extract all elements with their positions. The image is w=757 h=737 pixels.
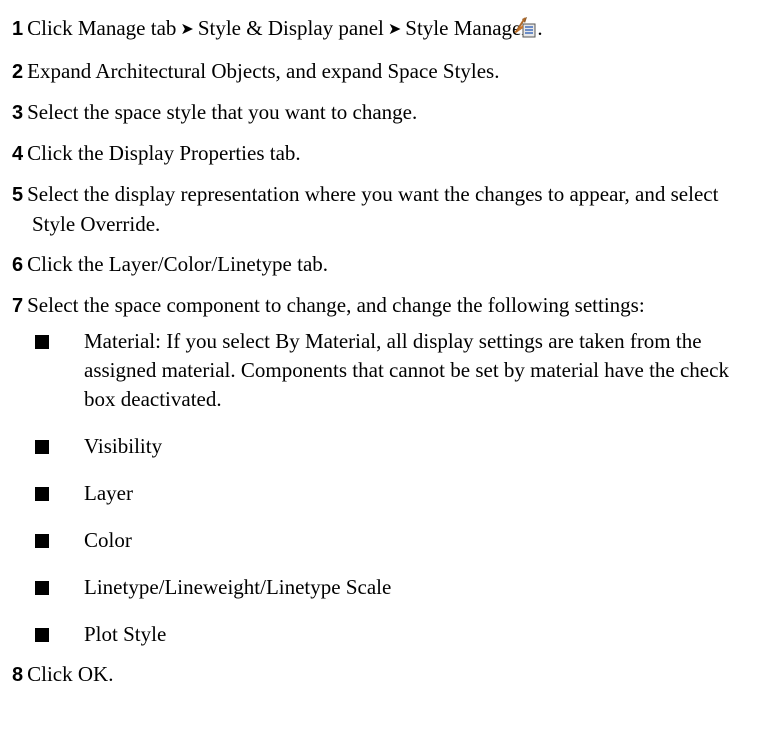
step-text: Style & Display panel [197, 16, 384, 40]
step-text: . [537, 16, 543, 40]
step-4: 4 Click the Display Properties tab. [12, 139, 752, 169]
list-item: Color [32, 526, 752, 555]
list-item-text: Color [84, 528, 132, 552]
step-8: 8 Click OK. [12, 660, 752, 690]
step-5: 5 Select the display representation where… [12, 180, 752, 239]
list-item-text: Material: If you select By Material, all… [84, 329, 729, 411]
step-text: Click the Display Properties tab. [27, 141, 301, 165]
step-number: 2 [12, 61, 24, 83]
list-item-text: Visibility [84, 434, 163, 458]
step-number: 6 [12, 254, 24, 276]
arrow-separator: ➤ [180, 19, 194, 38]
step-text: Select the space component to change, an… [27, 293, 645, 317]
step-text: Select the display representation where … [27, 182, 719, 236]
list-item-text: Linetype/Lineweight/Linetype Scale [84, 575, 392, 599]
list-item: Material: If you select By Material, all… [32, 327, 752, 414]
step-text: Click Manage tab [27, 16, 177, 40]
step-6: 6 Click the Layer/Color/Linetype tab. [12, 250, 752, 280]
bullet-square-icon [35, 440, 49, 454]
step-number: 3 [12, 102, 24, 124]
list-item-text: Layer [84, 481, 133, 505]
step-1: 1 Click Manage tab ➤ Style & Display panel ➤… [12, 14, 752, 46]
step-text: Style Manager [405, 16, 529, 40]
procedure-steps: 1 Click Manage tab ➤ Style & Display panel ➤… [12, 14, 752, 701]
arrow-separator: ➤ [387, 19, 402, 38]
bullet-square-icon [35, 581, 49, 595]
step-number: 7 [12, 295, 24, 317]
step-number: 1 [12, 18, 24, 40]
step-number: 5 [12, 184, 24, 206]
step-number: 4 [12, 143, 24, 165]
list-item: Visibility [32, 432, 752, 461]
step-text: Select the space style that you want to … [27, 100, 418, 124]
step-text: Expand Architectural Objects, and expand… [27, 59, 500, 83]
list-item: Plot Style [32, 620, 752, 649]
bullet-square-icon [35, 335, 49, 349]
step-number: 8 [12, 664, 24, 686]
step-3: 3 Select the space style that you want to… [12, 98, 752, 128]
list-item: Layer [32, 479, 752, 508]
bullet-square-icon [35, 487, 49, 501]
step-2: 2 Expand Architectural Objects, and expan… [12, 57, 752, 87]
step-text: Click OK. [27, 662, 114, 686]
list-item: Linetype/Lineweight/Linetype Scale [32, 573, 752, 602]
step-7: 7 Select the space component to change, a… [12, 291, 752, 649]
bullet-square-icon [35, 534, 49, 548]
step-text: Click the Layer/Color/Linetype tab. [27, 252, 329, 276]
settings-list: Material: If you select By Material, all… [32, 327, 752, 649]
bullet-square-icon [35, 628, 49, 642]
list-item-text: Plot Style [84, 622, 167, 646]
